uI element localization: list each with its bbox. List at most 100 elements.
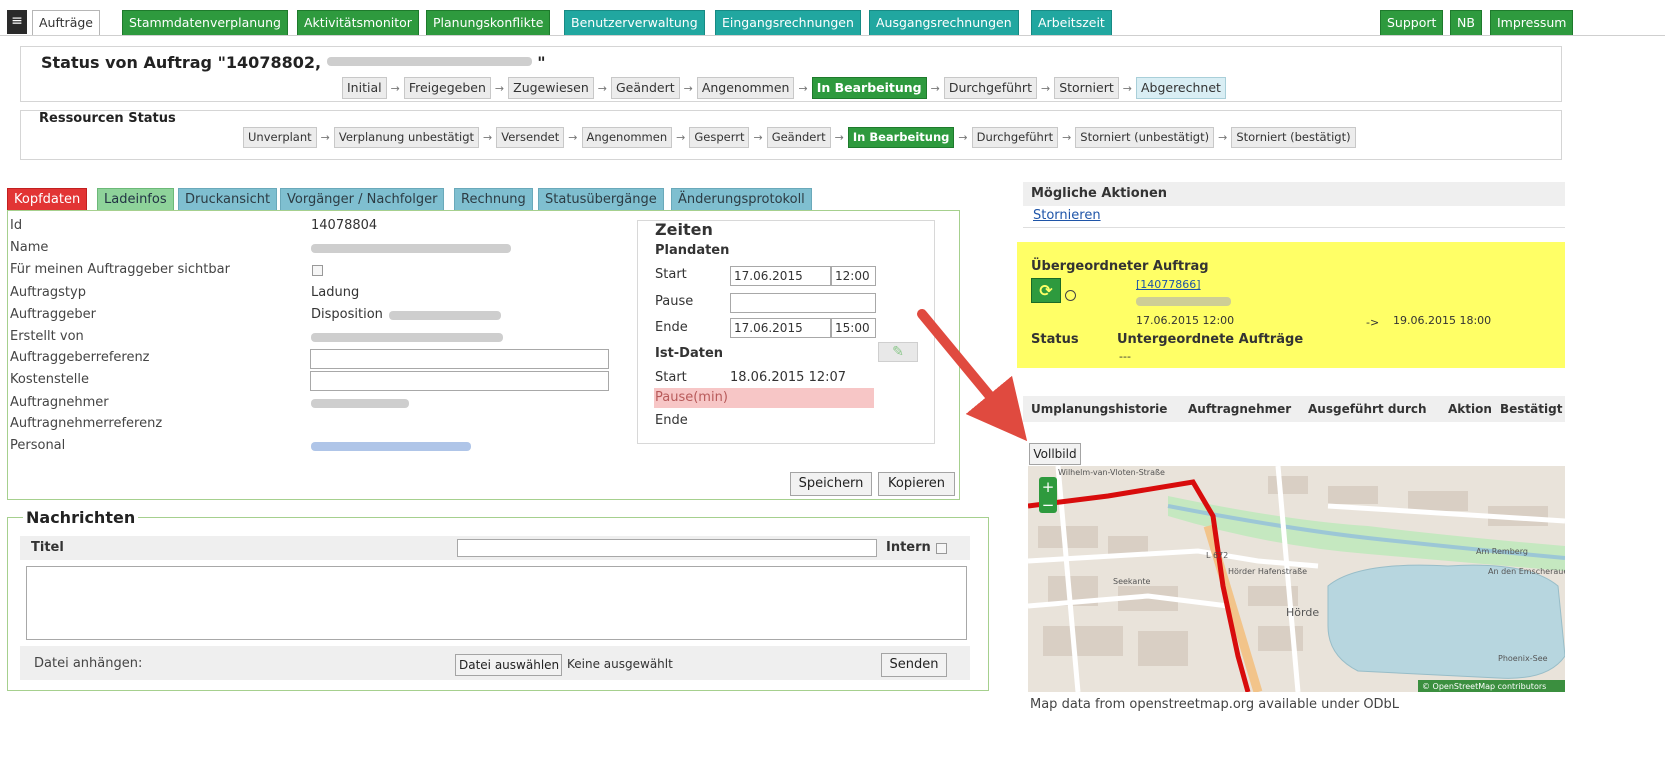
resource-step-verplanung-unbestaetigt: Verplanung unbestätigt [333,127,480,148]
flow-arrow: → [798,81,808,95]
sichtbar-checkbox[interactable] [312,265,323,276]
flow-arrow: → [1040,81,1051,95]
parent-order-link[interactable]: [14077866] [1136,278,1201,291]
resource-step-angenommen: Angenommen [581,127,673,148]
flow-arrow: → [683,81,693,95]
redacted-name [311,244,511,253]
ist-start-value: 18.06.2015 12:07 [730,370,847,385]
intern-checkbox[interactable] [936,543,947,554]
nav-tab-planungskonflikte[interactable]: Planungskonflikte [426,10,551,35]
zeiten-box: Zeiten Plandaten Start Pause Ende Ist-Da… [637,220,935,444]
tab-ladeinfos[interactable]: Ladeinfos [97,188,174,211]
map-label: Phoenix-See [1498,654,1548,663]
nav-tab-auftraege[interactable]: Aufträge [32,10,100,35]
tab-rechnung[interactable]: Rechnung [454,188,533,211]
nav-tab-aktivitaetsmonitor[interactable]: Aktivitätsmonitor [297,10,419,35]
nav-tab-impressum[interactable]: Impressum [1490,10,1574,35]
ist-start-label: Start [655,370,687,385]
choose-file-button[interactable]: Datei auswählen [455,654,562,676]
field-label-kostenstelle: Kostenstelle [10,372,90,387]
history-col-ausgefuehrt-durch: Ausgeführt durch [1308,402,1427,416]
flow-arrow: → [958,131,968,144]
auftraggeberreferenz-input[interactable] [310,349,609,369]
tab-statusuebergaenge[interactable]: Statusübergänge [538,188,664,211]
nav-tab-benutzerverwaltung[interactable]: Benutzerverwaltung [564,10,705,35]
flow-arrow: → [676,131,686,144]
field-label-name: Name [10,240,49,255]
order-step-durchgefuehrt: Durchgeführt [943,77,1037,99]
flow-arrow: → [568,131,578,144]
order-step-abgerechnet: Abgerechnet [1135,77,1226,99]
redacted-auftragnehmer [311,399,409,408]
redacted-personal-link[interactable] [311,442,471,451]
tab-aenderungsprotokoll[interactable]: Änderungsprotokoll [671,188,812,211]
resource-step-storniert-bestaetigt: Storniert (bestätigt) [1231,127,1356,148]
refresh-icon[interactable]: ⟳ [1031,278,1061,303]
parent-arrow: -> [1366,316,1380,329]
tab-druckansicht[interactable]: Druckansicht [178,188,278,211]
map-label: Wilhelm-van-Vloten-Straße [1058,468,1165,477]
no-file-label: Keine ausgewählt [567,657,673,671]
order-step-storniert: Storniert [1054,77,1119,99]
nav-tab-ausgangsrechnungen[interactable]: Ausgangsrechnungen [869,10,1019,35]
redacted-customer [326,57,532,66]
field-label-auftragstyp: Auftragstyp [10,285,86,300]
flow-arrow: → [494,81,505,95]
map-label: Hörde [1286,606,1319,619]
order-status-box: Status von Auftrag "14078802, " Initial →… [20,46,1562,102]
field-label-id: Id [10,218,23,233]
ist-pause-label: Pause(min) [655,390,728,405]
flow-arrow: → [930,81,940,95]
flow-arrow: → [1122,81,1132,95]
osm-map[interactable]: + − Wilhelm-van-Vloten-Straße Hörder Haf… [1028,466,1565,692]
status-label: Status [1031,332,1079,347]
ist-end-label: Ende [655,413,688,428]
resource-step-geaendert: Geändert [766,127,831,148]
message-textarea[interactable] [26,566,967,640]
redacted-auftraggeber [389,311,501,320]
field-label-erstellt-von: Erstellt von [10,329,84,344]
plan-end-date-input[interactable] [730,318,831,338]
order-step-initial: Initial [342,77,387,99]
copy-button[interactable]: Kopieren [878,472,955,496]
plan-start-time-input[interactable] [831,266,876,286]
tab-vorgaenger-nachfolger[interactable]: Vorgänger / Nachfolger [280,188,445,211]
order-step-geaendert: Geändert [610,77,680,99]
aktionen-title: Mögliche Aktionen [1031,186,1168,201]
map-caption: Map data from openstreetmap.org availabl… [1030,697,1400,712]
kostenstelle-input[interactable] [310,371,609,391]
hamburger-icon[interactable]: ≡ [7,10,27,34]
nav-tab-support[interactable]: Support [1380,10,1444,35]
radio-icon[interactable] [1065,290,1076,301]
nav-tab-arbeitszeit[interactable]: Arbeitszeit [1031,10,1112,35]
flow-arrow: → [390,81,400,95]
resource-step-versendet: Versendet [496,127,565,148]
flow-arrow: → [834,131,844,144]
tab-kopfdaten[interactable]: Kopfdaten [7,188,88,211]
plan-pause-input[interactable] [730,293,876,313]
send-button[interactable]: Senden [881,653,947,677]
field-label-auftragnehmerreferenz: Auftragnehmerreferenz [10,416,163,431]
top-navigation: ≡ Aufträge Stammdatenverplanung Aktivitä… [0,0,1665,36]
save-button[interactable]: Speichern [790,472,872,496]
nav-tab-nb[interactable]: NB [1450,10,1482,35]
untergeordnete-label: Untergeordnete Aufträge [1117,332,1304,347]
flow-arrow: → [1218,131,1228,144]
nav-tab-stammdatenverplanung[interactable]: Stammdatenverplanung [122,10,288,35]
titel-input[interactable] [457,539,877,557]
plan-start-date-input[interactable] [730,266,831,286]
redacted-parent-name [1136,297,1231,306]
stornieren-link[interactable]: Stornieren [1033,208,1101,223]
plan-pause-label: Pause [655,294,694,309]
map-label: Am Remberg [1476,547,1528,556]
zeiten-title: Zeiten [655,220,713,239]
map-svg: + − Wilhelm-van-Vloten-Straße Hörder Haf… [1028,466,1565,692]
nav-tab-eingangsrechnungen[interactable]: Eingangsrechnungen [715,10,861,35]
order-status-title: Status von Auftrag "14078802, " [41,53,546,72]
vollbild-button[interactable]: Vollbild [1029,443,1081,465]
plan-end-time-input[interactable] [831,318,876,338]
map-attribution: © OpenStreetMap contributors [1422,682,1546,691]
titel-label: Titel [31,540,64,555]
history-col-umplanungshistorie: Umplanungshistorie [1031,402,1168,416]
parent-start: 17.06.2015 12:00 [1136,314,1235,327]
